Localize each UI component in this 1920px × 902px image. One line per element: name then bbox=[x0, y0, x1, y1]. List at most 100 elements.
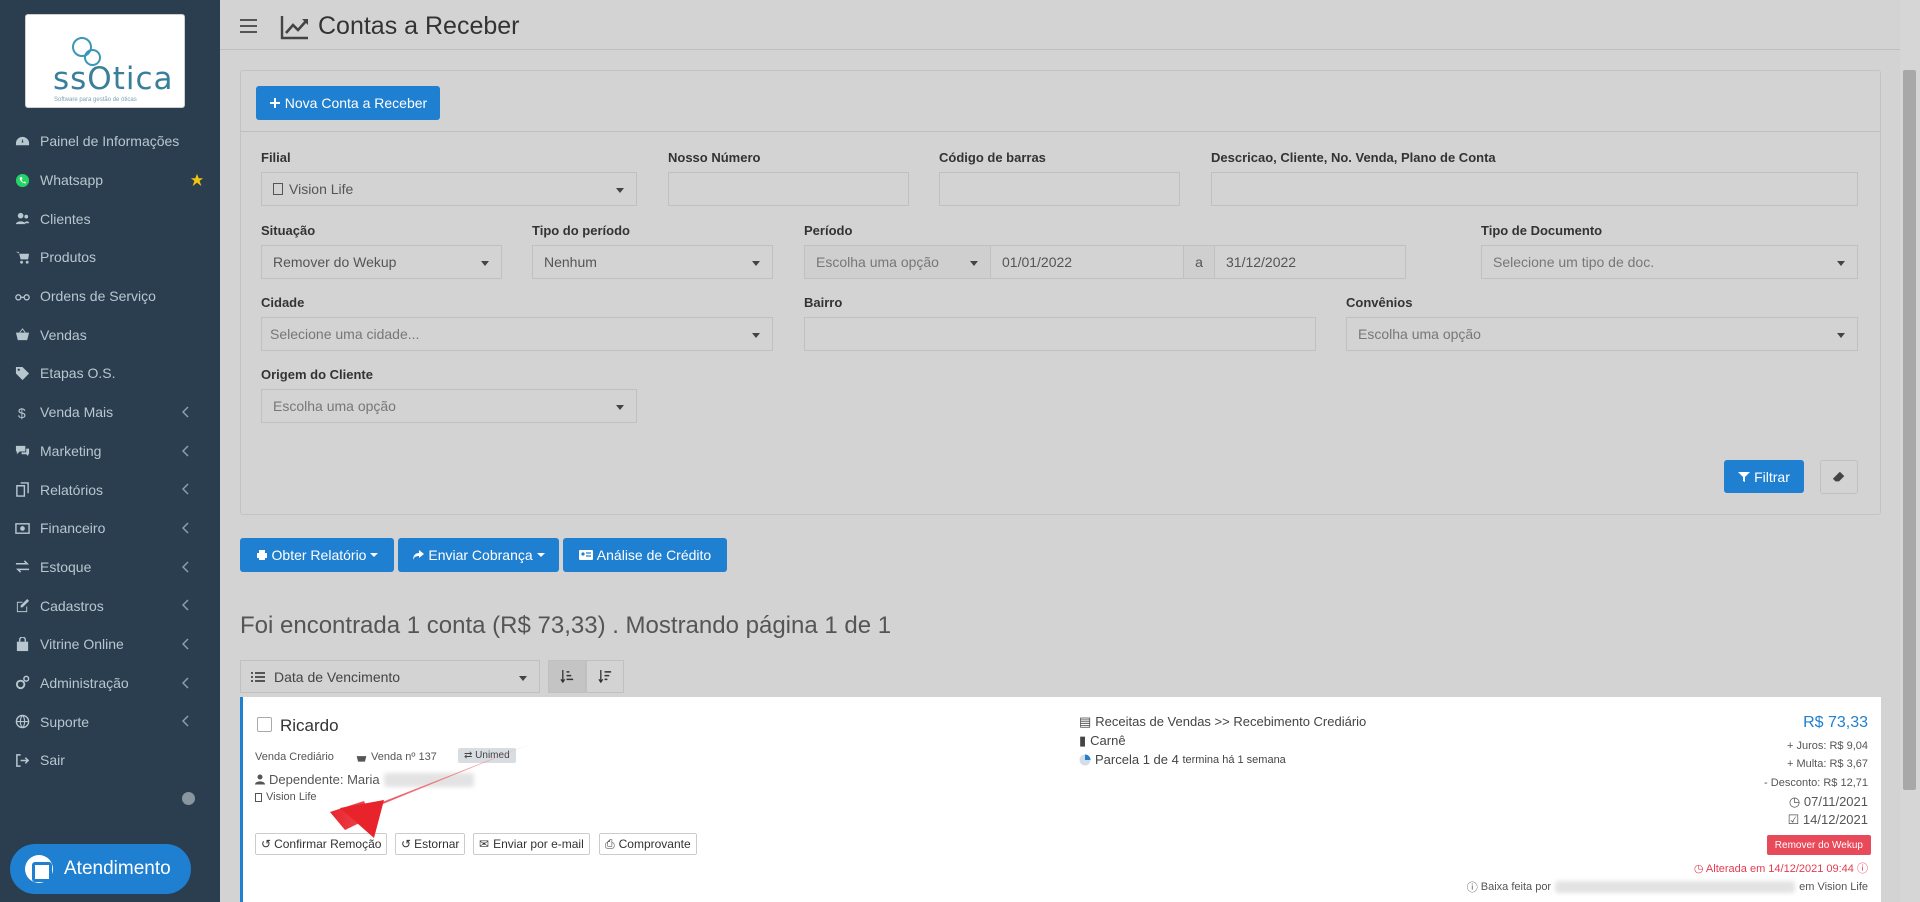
tipo-documento-select[interactable]: Selecione um tipo de doc. bbox=[1481, 245, 1858, 279]
filial-select[interactable]: Vision Life bbox=[261, 172, 637, 206]
whatsapp-icon bbox=[15, 173, 30, 187]
caret-down-icon bbox=[616, 188, 624, 193]
select-checkbox[interactable] bbox=[257, 717, 272, 732]
codigo-barras-input[interactable] bbox=[939, 172, 1180, 206]
cidade-select[interactable]: Selecione uma cidade... bbox=[261, 317, 773, 351]
bairro-label: Bairro bbox=[804, 295, 843, 310]
sidebar-item-estoque[interactable]: Estoque bbox=[0, 548, 220, 587]
sidebar-item-relatorios[interactable]: Relatórios bbox=[0, 470, 220, 509]
situacao-select[interactable]: Remover do Wekup bbox=[261, 245, 502, 279]
enviar-cobranca-button[interactable]: Enviar Cobrança bbox=[398, 538, 559, 572]
sidebar-item-painel[interactable]: Painel de Informações bbox=[0, 122, 220, 161]
sidebar-item-label: Clientes bbox=[40, 210, 91, 227]
collapse-sidebar-icon[interactable] bbox=[182, 792, 195, 805]
revenue-category: ▤ Receitas de Vendas >> Recebimento Credi… bbox=[1079, 714, 1366, 730]
sidebar-item-label: Cadastros bbox=[40, 597, 104, 614]
basket-icon bbox=[356, 755, 367, 762]
sort-select[interactable]: Data de Vencimento bbox=[240, 660, 540, 693]
sidebar-item-whatsapp[interactable]: Whatsapp bbox=[0, 161, 220, 200]
scrollbar-thumb[interactable] bbox=[1903, 70, 1916, 790]
clear-filters-button[interactable] bbox=[1820, 460, 1858, 494]
sidebar-item-cadastros[interactable]: Cadastros bbox=[0, 586, 220, 625]
status-badge[interactable]: Remover do Wekup bbox=[1766, 835, 1871, 855]
pie-chart-icon bbox=[1079, 754, 1091, 765]
brand-logo[interactable]: ssOtica Software para gestão de óticas bbox=[25, 14, 185, 108]
receipt-button[interactable]: ⎙ Comprovante bbox=[599, 833, 697, 855]
atendimento-chat-button[interactable]: Atendimento bbox=[10, 844, 191, 894]
account-card: Ricardo Venda Crediário Venda nº 137 ⇄ U… bbox=[240, 697, 1881, 902]
sidebar-item-venda-mais[interactable]: $ Venda Mais bbox=[0, 393, 220, 432]
sidebar-item-vendas[interactable]: Vendas bbox=[0, 315, 220, 354]
caret-down-icon bbox=[481, 261, 489, 266]
periodo-select[interactable]: Escolha uma opção bbox=[804, 245, 991, 279]
convenio-text: Unimed bbox=[475, 750, 510, 761]
cidade-placeholder: Selecione uma cidade... bbox=[270, 326, 420, 342]
analise-credito-button[interactable]: Análise de Crédito bbox=[563, 538, 727, 572]
estornar-button[interactable]: ↺ Estornar bbox=[395, 833, 466, 855]
card-filial: Vision Life bbox=[255, 791, 317, 803]
sidebar-item-administracao[interactable]: Administração bbox=[0, 664, 220, 703]
sidebar-item-label: Administração bbox=[40, 674, 129, 691]
caret-down-icon bbox=[970, 261, 978, 266]
confirm-removal-button[interactable]: ↺ Confirmar Remoção bbox=[255, 833, 388, 855]
convenios-label: Convênios bbox=[1346, 295, 1413, 310]
sidebar-item-suporte[interactable]: Suporte bbox=[0, 702, 220, 741]
codigo-barras-label: Código de barras bbox=[939, 150, 1046, 165]
client-name[interactable]: Ricardo bbox=[280, 716, 339, 736]
sidebar-item-financeiro[interactable]: Financeiro bbox=[0, 509, 220, 548]
caret-down-icon bbox=[536, 553, 545, 557]
caret-down-icon bbox=[752, 261, 760, 266]
sidebar-item-label: Marketing bbox=[40, 442, 102, 459]
date-to-input[interactable]: 31/12/2022 bbox=[1214, 245, 1406, 279]
origem-label: Origem do Cliente bbox=[261, 367, 373, 382]
sidebar-item-vitrine[interactable]: Vitrine Online bbox=[0, 625, 220, 664]
sidebar-item-produtos[interactable]: Produtos bbox=[0, 238, 220, 277]
id-card-icon bbox=[578, 550, 593, 560]
receipt-label: Comprovante bbox=[618, 837, 691, 851]
nosso-numero-input[interactable] bbox=[668, 172, 909, 206]
estornar-label: Estornar bbox=[414, 837, 460, 851]
settlement-info: ⓘ Baixa feita por em Vision Life bbox=[1467, 879, 1868, 895]
filtrar-button[interactable]: Filtrar bbox=[1724, 460, 1804, 493]
new-account-button[interactable]: Nova Conta a Receber bbox=[256, 86, 440, 120]
sidebar-item-sair[interactable]: Sair bbox=[0, 741, 220, 780]
convenio-badge: ⇄ Unimed bbox=[458, 748, 516, 763]
descricao-label: Descricao, Cliente, No. Venda, Plano de … bbox=[1211, 150, 1496, 165]
chevron-left-icon bbox=[182, 522, 189, 534]
installment-text: Parcela 1 de 4 bbox=[1095, 752, 1179, 767]
caret-down-icon bbox=[370, 553, 379, 557]
sidebar-item-ordens[interactable]: Ordens de Serviço bbox=[0, 277, 220, 316]
sort-descending-button[interactable] bbox=[586, 660, 624, 693]
line-chart-icon bbox=[280, 15, 308, 39]
situacao-label: Situação bbox=[261, 223, 316, 238]
date-from-input[interactable]: 01/01/2022 bbox=[990, 245, 1184, 279]
settlement-suffix: em Vision Life bbox=[1799, 881, 1868, 893]
bairro-input[interactable] bbox=[804, 317, 1316, 351]
sidebar-item-etapas[interactable]: Etapas O.S. bbox=[0, 354, 220, 393]
sidebar-item-label: Ordens de Serviço bbox=[40, 288, 156, 305]
tipo-periodo-select[interactable]: Nenhum bbox=[532, 245, 773, 279]
envelope-icon: ✉ bbox=[479, 837, 490, 851]
new-account-label: Nova Conta a Receber bbox=[284, 95, 428, 111]
card-filial-text: Vision Life bbox=[266, 791, 317, 803]
nosso-numero-label: Nosso Número bbox=[668, 150, 761, 165]
descricao-input[interactable] bbox=[1211, 172, 1858, 206]
origem-select[interactable]: Escolha uma opção bbox=[261, 389, 637, 423]
convenios-select[interactable]: Escolha uma opção bbox=[1346, 317, 1858, 351]
interest-value: + Juros: R$ 9,04 bbox=[1786, 740, 1868, 752]
user-icon bbox=[255, 774, 265, 785]
sidebar-item-clientes[interactable]: Clientes bbox=[0, 199, 220, 238]
tipo-documento-label: Tipo de Documento bbox=[1481, 223, 1603, 238]
print-icon bbox=[256, 550, 267, 560]
date-separator-text: a bbox=[1195, 254, 1203, 270]
chevron-left-icon bbox=[182, 483, 189, 495]
send-email-button[interactable]: ✉ Enviar por e-mail bbox=[473, 833, 590, 855]
sidebar-item-marketing[interactable]: Marketing bbox=[0, 432, 220, 471]
sale-number[interactable]: Venda nº 137 bbox=[356, 751, 437, 763]
menu-toggle-icon[interactable] bbox=[240, 19, 257, 33]
sort-ascending-button[interactable] bbox=[548, 660, 586, 693]
obter-relatorio-button[interactable]: Obter Relatório bbox=[240, 538, 394, 572]
dollar-icon: $ bbox=[18, 405, 26, 420]
sidebar: ssOtica Software para gestão de óticas P… bbox=[0, 0, 220, 902]
confirm-removal-label: Confirmar Remoção bbox=[274, 837, 382, 851]
